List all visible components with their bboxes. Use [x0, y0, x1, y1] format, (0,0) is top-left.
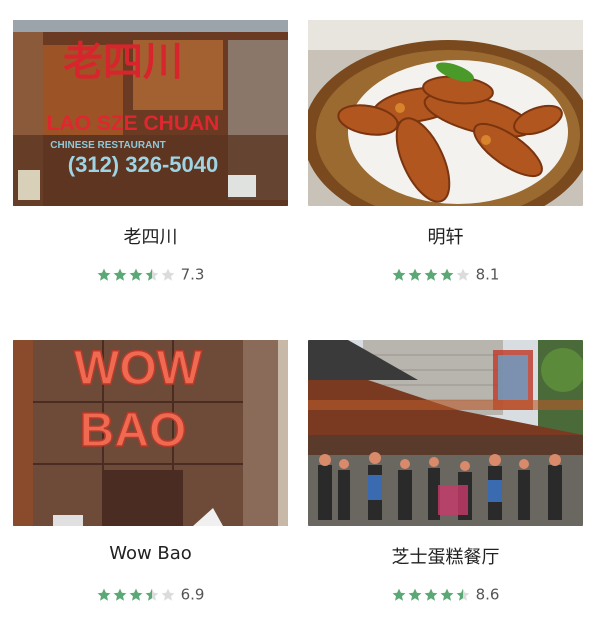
sign-subtitle: CHINESE RESTAURANT: [50, 140, 165, 151]
rating: 8.1: [308, 265, 583, 284]
star-full-icon: [408, 268, 421, 281]
star-empty-icon: [456, 268, 469, 281]
restaurant-name[interactable]: 明轩: [308, 223, 583, 249]
rating-score: 7.3: [180, 265, 205, 284]
restaurant-name[interactable]: Wow Bao: [13, 543, 288, 564]
sign-english: LAO SZE CHUAN: [47, 112, 220, 135]
star-full-icon: [113, 588, 126, 601]
sign-chinese: 老四川: [63, 38, 183, 85]
star-half-icon: [456, 588, 469, 601]
restaurant-name[interactable]: 老四川: [13, 223, 288, 249]
star-full-icon: [424, 588, 437, 601]
star-half-icon: [145, 268, 158, 281]
rating: 8.6: [308, 585, 583, 604]
star-full-icon: [97, 268, 110, 281]
rating-score: 6.9: [180, 585, 205, 604]
star-full-icon: [392, 268, 405, 281]
restaurant-name[interactable]: 芝士蛋糕餐厅: [308, 543, 583, 569]
rating: 6.9: [13, 585, 288, 604]
star-full-icon: [129, 268, 142, 281]
rating: 7.3: [13, 265, 288, 284]
star-full-icon: [129, 588, 142, 601]
star-full-icon: [97, 588, 110, 601]
sign-top: WOW: [74, 342, 203, 395]
star-full-icon: [440, 268, 453, 281]
rating-score: 8.1: [475, 265, 500, 284]
star-rating: [97, 588, 177, 602]
star-rating: [392, 588, 472, 602]
star-full-icon: [408, 588, 421, 601]
star-empty-icon: [161, 268, 174, 281]
star-rating: [97, 268, 177, 282]
sign-bottom: BAO: [80, 404, 187, 457]
star-empty-icon: [161, 588, 174, 601]
restaurant-photo[interactable]: [308, 20, 583, 206]
restaurant-photo[interactable]: [308, 340, 583, 526]
star-full-icon: [440, 588, 453, 601]
star-full-icon: [424, 268, 437, 281]
rating-score: 8.6: [475, 585, 500, 604]
star-rating: [392, 268, 472, 282]
star-full-icon: [392, 588, 405, 601]
sign-phone: (312) 326-5040: [68, 152, 218, 177]
star-full-icon: [113, 268, 126, 281]
restaurant-photo[interactable]: 老四川 LAO SZE CHUAN CHINESE RESTAURANT (31…: [13, 20, 288, 206]
star-half-icon: [145, 588, 158, 601]
restaurant-photo[interactable]: WOW BAO: [13, 340, 288, 526]
